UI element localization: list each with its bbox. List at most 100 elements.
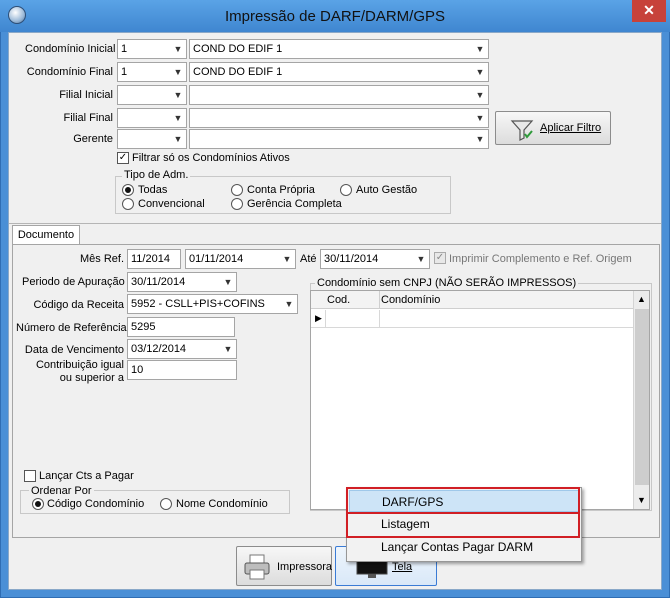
- ordenar-codigo-label: Código Condomínio: [47, 498, 145, 510]
- tipo-conta-propria-radio[interactable]: [231, 184, 243, 196]
- check-icon: ✓: [435, 252, 445, 263]
- imprimir-complemento-checkbox[interactable]: ✓: [434, 252, 446, 264]
- grid-title: Condomínio sem CNPJ (NÃO SERÃO IMPRESSOS…: [315, 277, 579, 289]
- menu-item-lancar-contas[interactable]: Lançar Contas Pagar DARM: [349, 536, 579, 558]
- impressora-button[interactable]: Impressora: [236, 546, 332, 586]
- data-vencimento-value: 03/12/2014: [131, 343, 187, 355]
- tipo-gerencia-completa-label: Gerência Completa: [247, 198, 342, 210]
- tipo-conta-propria-label: Conta Própria: [247, 184, 315, 196]
- ordenar-codigo-radio[interactable]: [32, 498, 44, 510]
- condominio-inicial-code-combo[interactable]: 1 ▼: [117, 39, 187, 59]
- impressora-label: Impressora: [277, 561, 333, 573]
- codigo-receita-label: Código da Receita: [33, 299, 124, 311]
- grid-col-condominio[interactable]: Condomínio: [381, 294, 440, 306]
- chevron-down-icon[interactable]: ▼: [170, 130, 186, 148]
- contribuicao-label-line1: Contribuição igual: [35, 359, 124, 371]
- periodo-apuracao-date[interactable]: 30/11/2014 ▼: [127, 272, 237, 292]
- tipo-adm-legend: Tipo de Adm.: [122, 169, 191, 181]
- tipo-gerencia-completa-radio[interactable]: [231, 198, 243, 210]
- grid-col-divider: [379, 291, 380, 309]
- ate-date[interactable]: 30/11/2014 ▼: [320, 249, 430, 269]
- condominio-final-code-value: 1: [121, 66, 128, 78]
- condominio-final-code-combo[interactable]: 1 ▼: [117, 62, 187, 82]
- filial-final-label: Filial Final: [63, 112, 113, 124]
- chevron-down-icon[interactable]: ▼: [220, 340, 236, 358]
- only-active-label: Filtrar só os Condomínios Ativos: [132, 152, 290, 164]
- numero-referencia-input[interactable]: 5295: [127, 317, 235, 337]
- apply-filter-button[interactable]: Aplicar Filtro: [495, 111, 611, 145]
- tipo-convencional-label: Convencional: [138, 198, 205, 210]
- numero-referencia-label: Número de Referência: [16, 322, 127, 334]
- tab-documento[interactable]: Documento: [12, 225, 80, 245]
- ordenar-nome-label: Nome Condomínio: [176, 498, 268, 510]
- filter-icon: [510, 120, 534, 141]
- condominio-inicial-name-value: COND DO EDIF 1: [193, 43, 283, 55]
- condominio-final-name-combo[interactable]: COND DO EDIF 1 ▼: [189, 62, 489, 82]
- grid-header: Cod. Condomínio: [311, 291, 633, 309]
- filial-inicial-label: Filial Inicial: [59, 89, 113, 101]
- grid-col-cod[interactable]: Cod.: [327, 294, 350, 306]
- filial-inicial-name-combo[interactable]: ▼: [189, 85, 489, 105]
- mes-ref-input[interactable]: 11/2014: [127, 249, 181, 269]
- periodo-apuracao-label: Periodo de Apuração: [22, 276, 125, 288]
- gerente-name-combo[interactable]: ▼: [189, 129, 489, 149]
- chevron-down-icon[interactable]: ▼: [472, 63, 488, 81]
- chevron-down-icon[interactable]: ▼: [413, 250, 429, 268]
- row-indicator-icon: ▶: [315, 313, 322, 323]
- section-divider: [9, 223, 661, 224]
- scroll-down-icon[interactable]: ▼: [637, 495, 646, 505]
- chevron-down-icon[interactable]: ▼: [281, 295, 297, 313]
- chevron-down-icon[interactable]: ▼: [170, 109, 186, 127]
- condominio-inicial-name-combo[interactable]: COND DO EDIF 1 ▼: [189, 39, 489, 59]
- contribuicao-label-line2: ou superior a: [59, 372, 124, 384]
- condominio-final-label: Condomínio Final: [26, 66, 113, 78]
- chevron-down-icon[interactable]: ▼: [170, 86, 186, 104]
- tipo-todas-radio[interactable]: [122, 184, 134, 196]
- ordenar-por-legend: Ordenar Por: [29, 485, 94, 497]
- title-bar[interactable]: Impressão de DARF/DARM/GPS ✕: [0, 0, 670, 32]
- window-title: Impressão de DARF/DARM/GPS: [224, 8, 446, 25]
- ordenar-nome-radio[interactable]: [160, 498, 172, 510]
- chevron-down-icon[interactable]: ▼: [170, 63, 186, 81]
- apply-filter-label: Aplicar Filtro: [540, 122, 602, 134]
- tipo-todas-label: Todas: [138, 184, 168, 196]
- filial-final-code-combo[interactable]: ▼: [117, 108, 187, 128]
- condominio-final-name-value: COND DO EDIF 1: [193, 66, 283, 78]
- row-divider: [379, 310, 380, 328]
- chevron-down-icon[interactable]: ▼: [170, 40, 186, 58]
- darf-gps-highlight-box: [346, 487, 580, 514]
- table-row[interactable]: ▶: [311, 310, 633, 328]
- grid-vertical-scrollbar[interactable]: ▲ ▼: [633, 291, 649, 509]
- data-vencimento-date[interactable]: 03/12/2014 ▼: [127, 339, 237, 359]
- lancar-cts-label: Lançar Cts a Pagar: [39, 470, 134, 482]
- condominio-grid[interactable]: Cod. Condomínio ▶ ▲ ▼: [310, 290, 650, 510]
- row-divider: [325, 310, 326, 328]
- gerente-code-combo[interactable]: ▼: [117, 129, 187, 149]
- tipo-convencional-radio[interactable]: [122, 198, 134, 210]
- condominio-inicial-code-value: 1: [121, 43, 128, 55]
- listagem-highlight-box: [346, 512, 580, 538]
- codigo-receita-combo[interactable]: 5952 - CSLL+PIS+COFINS ▼: [127, 294, 298, 314]
- close-button[interactable]: ✕: [632, 0, 666, 22]
- filial-final-name-combo[interactable]: ▼: [189, 108, 489, 128]
- contribuicao-input[interactable]: 10: [127, 360, 237, 380]
- chevron-down-icon[interactable]: ▼: [472, 86, 488, 104]
- chevron-down-icon[interactable]: ▼: [279, 250, 295, 268]
- mes-ref-from-date[interactable]: 01/11/2014 ▼: [185, 249, 296, 269]
- scroll-thumb[interactable]: [635, 309, 649, 485]
- scroll-up-icon[interactable]: ▲: [637, 294, 646, 304]
- chevron-down-icon[interactable]: ▼: [472, 130, 488, 148]
- lancar-cts-checkbox[interactable]: [24, 470, 36, 482]
- tela-label: Tela: [392, 561, 413, 573]
- filial-inicial-code-combo[interactable]: ▼: [117, 85, 187, 105]
- mes-ref-label: Mês Ref.: [79, 253, 124, 265]
- data-vencimento-label: Data de Vencimento: [24, 344, 124, 356]
- chevron-down-icon[interactable]: ▼: [220, 273, 236, 291]
- chevron-down-icon[interactable]: ▼: [472, 109, 488, 127]
- tipo-auto-gestao-radio[interactable]: [340, 184, 352, 196]
- printer-icon: [244, 554, 270, 580]
- only-active-checkbox[interactable]: ✓: [117, 152, 129, 164]
- ate-value: 30/11/2014: [324, 253, 379, 265]
- chevron-down-icon[interactable]: ▼: [472, 40, 488, 58]
- tipo-auto-gestao-label: Auto Gestão: [356, 184, 418, 196]
